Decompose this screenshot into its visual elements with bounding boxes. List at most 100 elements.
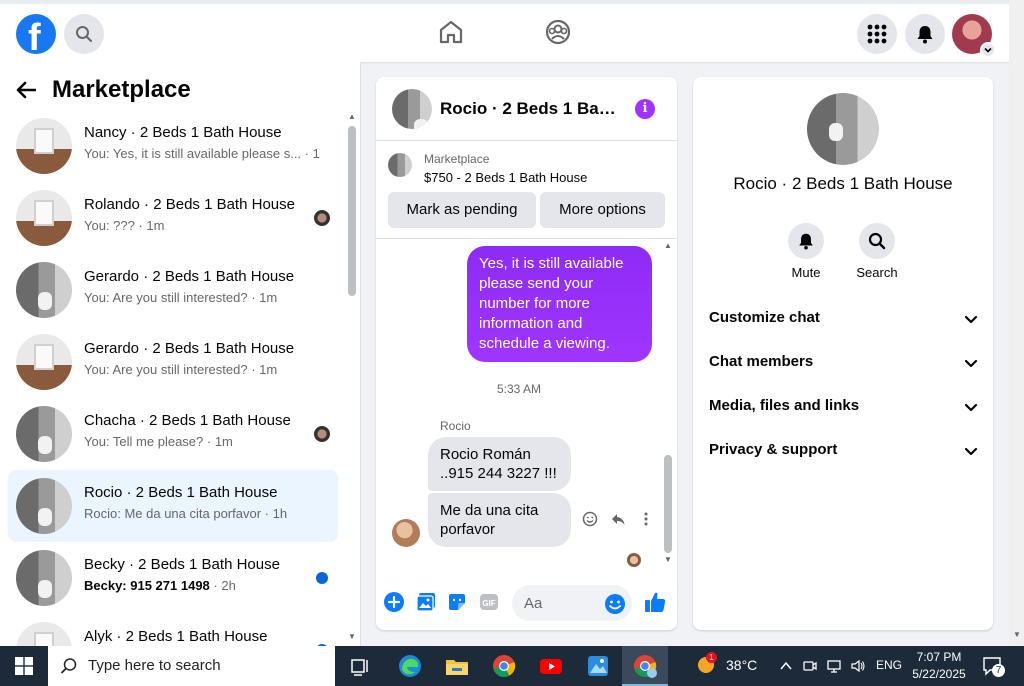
conversation-name: Becky · 2 Beds 1 Bath House [84, 556, 280, 573]
mute-label: Mute [791, 265, 821, 280]
scroll-down-icon[interactable]: ▼ [348, 632, 356, 641]
conversation-item[interactable]: Becky · 2 Beds 1 Bath House Becky: 915 27… [8, 542, 338, 614]
page-scrollbar[interactable]: ▼ [1009, 0, 1024, 646]
back-arrow-icon[interactable] [16, 77, 37, 103]
search-button[interactable] [64, 14, 104, 54]
like-thumbs-up-icon[interactable] [643, 590, 667, 614]
scroll-down-icon[interactable]: ▼ [664, 555, 672, 564]
chat-title[interactable]: Rocio · 2 Beds 1 Bath House [440, 99, 620, 119]
scroll-up-icon[interactable]: ▲ [664, 241, 672, 250]
listing-price[interactable]: $750 - 2 Beds 1 Bath House [424, 170, 587, 185]
network-icon[interactable] [826, 658, 842, 674]
facebook-logo[interactable]: f [16, 14, 56, 59]
conversation-name: Rocio · 2 Beds 1 Bath House [84, 484, 278, 501]
marketplace-inbox-panel: Marketplace Nancy · 2 Beds 1 Bath House Y… [0, 62, 361, 646]
outgoing-message[interactable]: Yes, it is still available please send y… [467, 246, 652, 362]
chat-members-section[interactable]: Chat members [709, 343, 979, 383]
menu-button[interactable] [857, 14, 897, 54]
conversation-name: Nancy · 2 Beds 1 Bath House [84, 124, 282, 141]
conversation-name: Gerardo · 2 Beds 1 Bath House [84, 268, 295, 285]
gif-icon[interactable]: GIF [478, 591, 500, 613]
scrollbar-thumb[interactable] [664, 455, 672, 553]
listing-summary: Marketplace $750 - 2 Beds 1 Bath House M… [376, 141, 677, 239]
home-icon[interactable] [437, 18, 465, 46]
more-options-button[interactable]: More options [540, 192, 665, 228]
conversation-list-scrollbar[interactable]: ▲ ▼ [345, 112, 359, 642]
conversation-item[interactable]: Gerardo · 2 Beds 1 Bath House You: Are yo… [8, 254, 338, 326]
search-in-conversation-button[interactable]: Search [847, 223, 907, 280]
mark-as-pending-button[interactable]: Mark as pending [388, 192, 536, 228]
conversation-item[interactable]: Chacha · 2 Beds 1 Bath House You: Tell me… [8, 398, 338, 470]
scroll-up-icon[interactable]: ▲ [348, 112, 356, 121]
react-emoji-icon[interactable] [582, 511, 598, 527]
mute-button[interactable]: Mute [776, 223, 836, 280]
account-chevron-icon[interactable] [980, 42, 996, 58]
chat-window: Rocio · 2 Beds 1 Bath House i Marketplac… [376, 77, 677, 630]
youtube-icon[interactable] [537, 652, 565, 680]
conversation-item[interactable]: Rolando · 2 Beds 1 Bath House You: ??? · … [8, 182, 338, 254]
section-title: Media, files and links [709, 397, 860, 414]
conversation-name: Rocio · 2 Beds 1 Bath House [733, 174, 953, 193]
conversation-item[interactable]: Rocio · 2 Beds 1 Bath House Rocio: Me da … [8, 470, 338, 542]
chrome-browser-icon[interactable] [490, 652, 518, 680]
emoji-icon[interactable] [604, 593, 626, 615]
conversation-snippet: You: Are you still interested? · 1m [84, 362, 277, 377]
privacy-support-section[interactable]: Privacy & support [709, 431, 979, 471]
input-language[interactable]: ENG [876, 658, 902, 672]
conversation-snippet: You: Tell me please? · 1m [84, 434, 233, 449]
action-center-button[interactable]: 7 [982, 656, 1005, 677]
media-files-links-section[interactable]: Media, files and links [709, 387, 979, 427]
conversation-item[interactable]: Gerardo · 2 Beds 1 Bath House You: Are yo… [8, 326, 338, 398]
clock[interactable]: 7:07 PM 5/22/2025 [910, 649, 968, 683]
scrollbar-thumb[interactable] [348, 126, 356, 296]
reply-icon[interactable] [610, 511, 626, 527]
conversation-item[interactable]: Nancy · 2 Beds 1 Bath House You: Yes, it … [8, 110, 338, 182]
facebook-logo-letter: f [28, 17, 41, 59]
conversation-details-panel: Rocio · 2 Beds 1 Bath House Mute Search … [693, 77, 993, 630]
weather-alert-badge: 1 [706, 652, 717, 663]
show-hidden-icons-chevron-icon[interactable] [779, 660, 793, 672]
listing-source: Marketplace [424, 152, 490, 166]
plus-circle-icon[interactable] [383, 591, 405, 613]
customize-chat-section[interactable]: Customize chat [709, 299, 979, 339]
snippet-text: You: Yes, it is still available please s… [84, 146, 302, 161]
chat-scrollbar[interactable]: ▲ ▼ [661, 239, 675, 569]
conversation-snippet: You: Yes, it is still available please s… [84, 146, 320, 161]
incoming-message[interactable]: Me da una cita porfavor [428, 493, 571, 547]
section-title: Privacy & support [709, 441, 838, 458]
snippet-text: You: Are you still interested? [84, 362, 248, 377]
conversation-item[interactable]: Alyk · 2 Beds 1 Bath House [8, 614, 338, 646]
listing-profile-photo[interactable] [807, 93, 879, 165]
snippet-time: · 1m [304, 146, 320, 161]
edge-browser-icon[interactable] [396, 652, 424, 680]
listing-thumbnail[interactable] [388, 153, 412, 177]
message-thread: Yes, it is still available please send y… [376, 239, 677, 579]
photo-icon[interactable] [415, 591, 437, 613]
sender-avatar[interactable] [392, 519, 420, 547]
seen-receipt-avatar [314, 210, 330, 226]
more-actions-icon[interactable] [638, 511, 654, 527]
incoming-message[interactable]: Rocio Román ..915 244 3227 !!! [428, 437, 571, 491]
conversation-snippet: You: Are you still interested? · 1m [84, 290, 277, 305]
taskbar-search-box[interactable]: Type here to search [48, 646, 335, 686]
task-view-icon[interactable] [346, 652, 374, 680]
info-icon[interactable]: i [635, 99, 655, 119]
svg-text:GIF: GIF [482, 599, 495, 608]
clock-time: 7:07 PM [916, 650, 962, 664]
listing-thumbnail [16, 334, 72, 390]
volume-icon[interactable] [850, 658, 866, 674]
chrome-profile-icon[interactable] [631, 652, 659, 680]
groups-icon[interactable] [544, 18, 572, 46]
photos-app-icon[interactable] [584, 652, 612, 680]
file-explorer-icon[interactable] [443, 652, 471, 680]
windows-logo-icon [15, 657, 33, 675]
scroll-down-icon[interactable]: ▼ [1013, 630, 1021, 639]
snippet-time: · 1m [247, 362, 278, 377]
snippet-text: Becky: 915 271 1498 [84, 578, 210, 593]
start-button[interactable] [0, 646, 48, 686]
profile-avatar[interactable] [952, 14, 996, 58]
meet-now-icon[interactable] [802, 658, 818, 674]
notifications-button[interactable] [905, 14, 945, 54]
sticker-icon[interactable] [446, 591, 468, 613]
chat-listing-avatar[interactable] [392, 89, 432, 129]
